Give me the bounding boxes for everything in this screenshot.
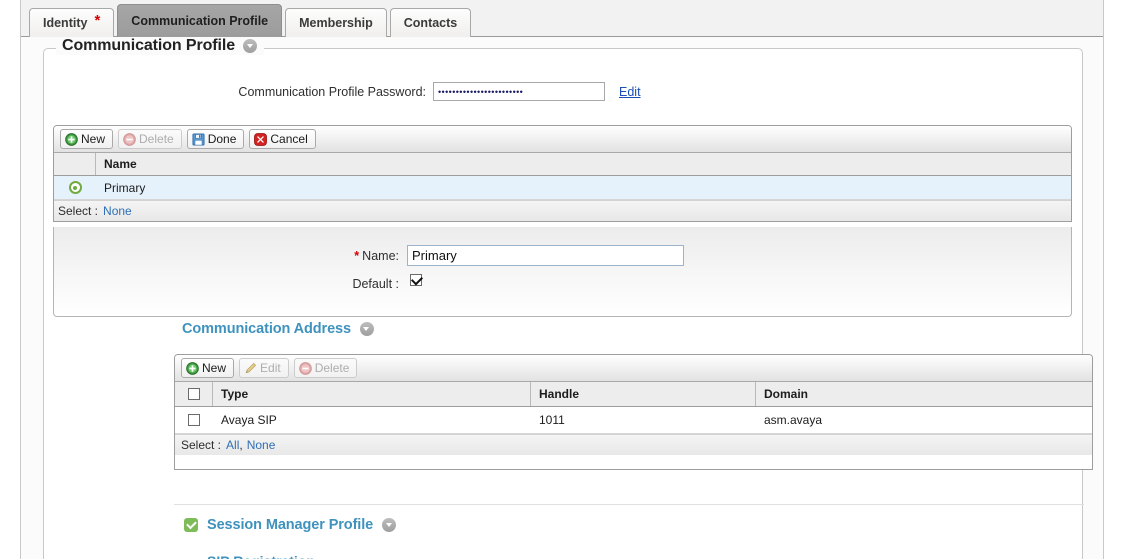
address-grid-header: Type Handle Domain [175,382,1092,407]
tab-membership[interactable]: Membership [285,8,387,37]
profile-col-select [54,153,96,175]
sip-registration-heading: SIP Registration [207,553,315,559]
profile-grid-footer: Select : None [54,200,1071,221]
section-divider [174,504,1084,505]
minus-circle-icon [298,361,312,375]
name-input[interactable]: Primary [407,245,684,266]
address-edit-button[interactable]: Edit [239,358,289,378]
address-grid-footer: Select : All , None [175,434,1092,455]
table-row[interactable]: Avaya SIP 1011 asm.avaya [175,407,1092,434]
name-field-row: * Name: Primary [54,245,1071,266]
address-new-button[interactable]: New [181,358,235,378]
minus-circle-icon [123,132,136,146]
profile-detail-panel: * Name: Primary Default : [53,227,1072,317]
communication-profile-fieldset: Communication Profile Communication Prof… [43,37,1093,559]
address-edit-button-label: Edit [260,361,281,375]
done-button[interactable]: Done [186,129,245,149]
right-page-rule [1103,0,1104,559]
name-label: * Name: [54,249,399,263]
profile-col-name: Name [104,157,137,171]
address-col-type: Type [213,382,531,406]
delete-button-label: Delete [139,132,174,146]
address-row-domain: asm.avaya [764,413,823,427]
profile-select-none-link[interactable]: None [103,204,132,218]
address-grid-pad [175,455,1092,469]
session-manager-profile-heading: Session Manager Profile [184,517,397,533]
address-delete-button[interactable]: Delete [293,358,358,378]
row-checkbox[interactable] [188,414,200,426]
row-radio-cell[interactable] [54,176,96,199]
profile-select-label: Select : [58,204,99,218]
tab-contacts-label: Contacts [403,16,458,30]
default-label: Default : [352,277,399,291]
required-asterisk-icon: * [94,11,101,29]
new-button-label: New [81,132,106,146]
profile-grid-toolbar: New Delete Done Cancel [54,126,1071,153]
session-manager-enabled-checkbox[interactable] [184,518,198,532]
plus-circle-icon [65,132,78,146]
address-row-handle: 1011 [539,413,565,427]
session-manager-profile-title: Session Manager Profile [207,517,374,533]
default-checkbox[interactable] [410,274,422,286]
communication-profile-grid: New Delete Done Cancel Name Primary Sele… [53,125,1072,222]
chevron-down-icon[interactable] [359,322,374,336]
tab-identity-label: Identity [43,16,88,30]
chevron-down-icon[interactable] [243,39,258,53]
page-body: Communication Profile Communication Prof… [21,37,1103,559]
communication-profile-password-row: Communication Profile Password: ••••••••… [44,82,1082,101]
address-footer-separator: , [239,438,243,452]
row-name: Primary [104,180,146,195]
new-button[interactable]: New [60,129,114,149]
tab-bar: Identity * Communication Profile Members… [21,0,1103,37]
radio-button-icon[interactable] [68,181,82,194]
address-row-checkbox-cell[interactable] [175,407,213,433]
tab-communication-profile[interactable]: Communication Profile [117,4,283,37]
tab-communication-profile-label: Communication Profile [131,14,269,28]
address-select-label: Select : [181,438,222,452]
communication-address-heading: Communication Address [182,321,374,337]
address-row-type: Avaya SIP [221,413,277,427]
tab-contacts[interactable]: Contacts [389,8,472,37]
plus-circle-icon [186,361,199,375]
section-title: Communication Profile [62,37,236,54]
address-col-domain: Domain [764,387,809,401]
communication-address-title: Communication Address [182,321,351,337]
password-edit-link[interactable]: Edit [619,85,641,99]
delete-button[interactable]: Delete [118,129,182,149]
address-grid-toolbar: New Edit Delete [175,355,1092,382]
select-all-checkbox[interactable] [187,388,200,400]
password-label: Communication Profile Password: [238,84,426,99]
default-field-row: Default : [54,274,1071,291]
tab-membership-label: Membership [299,16,373,30]
save-disk-icon [192,132,205,146]
tab-identity[interactable]: Identity * [29,8,115,37]
communication-profile-legend: Communication Profile [56,37,265,55]
address-col-select[interactable] [175,382,213,406]
required-asterisk-icon: * [354,248,360,263]
address-select-none-link[interactable]: None [247,438,276,452]
cancel-button-label: Cancel [270,132,308,146]
application-window: Identity * Communication Profile Members… [0,0,1140,559]
password-input[interactable]: •••••••••••••••••••••••• [433,82,605,101]
cancel-button[interactable]: Cancel [249,129,316,149]
cancel-circle-icon [254,132,268,146]
address-col-handle: Handle [531,382,756,406]
chevron-down-icon[interactable] [382,518,397,532]
done-button-label: Done [207,132,237,146]
table-row[interactable]: Primary [54,176,1071,200]
profile-grid-header: Name [54,153,1071,176]
communication-address-grid: New Edit Delete Type Handle Domain Avaya… [174,354,1093,470]
address-select-all-link[interactable]: All [226,438,239,452]
name-label-text: Name: [362,248,399,263]
address-new-button-label: New [202,361,227,375]
pencil-icon [245,362,257,373]
address-delete-button-label: Delete [314,361,350,375]
